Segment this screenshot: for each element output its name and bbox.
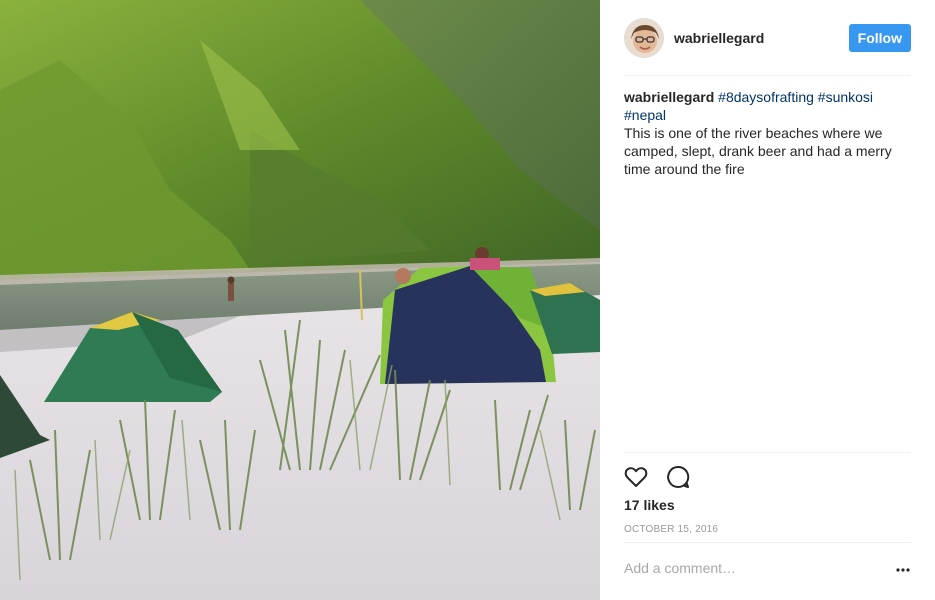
post-header: wabriellegard Follow [624,0,911,76]
comment-input[interactable] [624,560,874,576]
hashtag-link[interactable]: #sunkosi [818,89,873,105]
caption-username[interactable]: wabriellegard [624,89,714,105]
post-photo[interactable] [0,0,600,600]
more-options-icon[interactable] [895,562,911,578]
avatar[interactable] [624,17,664,58]
caption-text: This is one of the river beaches where w… [624,125,892,177]
comment-icon[interactable] [665,464,691,490]
post-sidebar: wabriellegard Follow wabriellegard #8day… [600,0,935,600]
hashtag-link[interactable]: #nepal [624,107,666,123]
divider [624,452,911,453]
campsite-photo-illustration [0,0,600,600]
post-actions [623,464,691,490]
divider [624,542,911,543]
hashtag-link[interactable]: #8daysofrafting [718,89,814,105]
likes-count[interactable]: 17 likes [624,497,675,513]
follow-button[interactable]: Follow [848,23,911,52]
avatar-image [625,18,663,57]
heart-icon[interactable] [623,464,649,490]
post-caption: wabriellegard #8daysofrafting #sunkosi #… [624,88,895,178]
post-date[interactable]: OCTOBER 15, 2016 [624,524,718,535]
header-username[interactable]: wabriellegard [674,30,764,46]
